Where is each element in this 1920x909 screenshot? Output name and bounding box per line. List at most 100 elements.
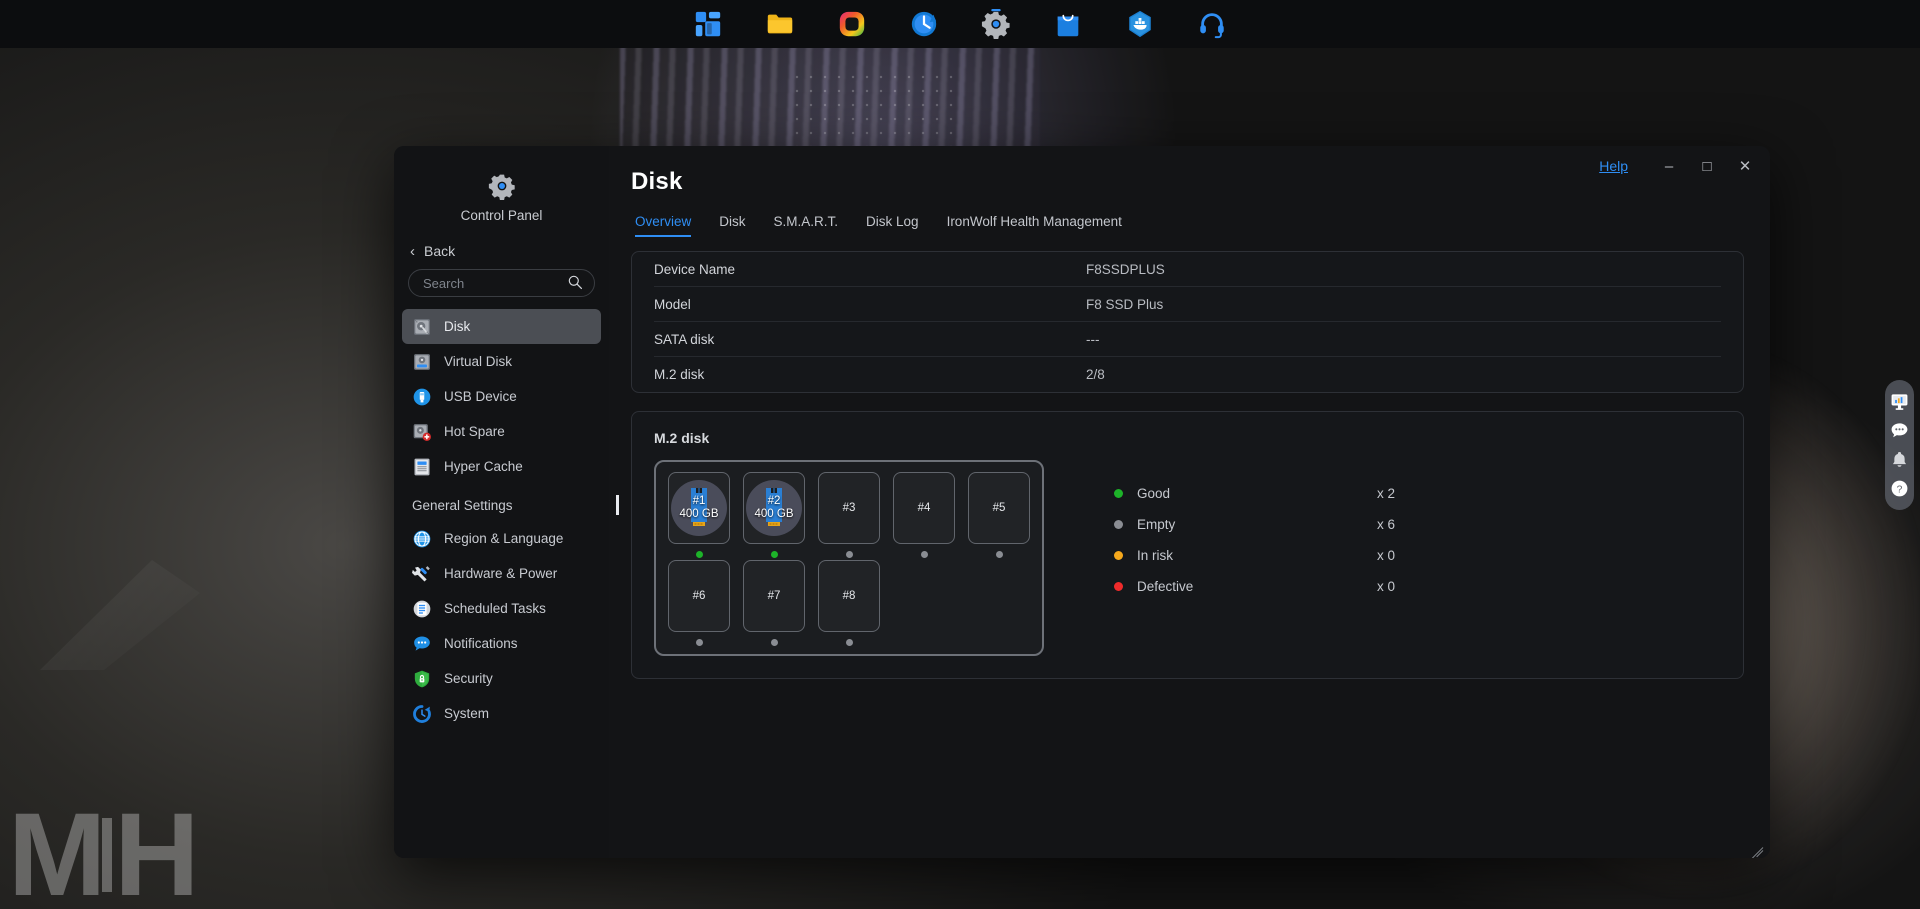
legend-dot-good xyxy=(1114,489,1123,498)
window-resize-grip[interactable] xyxy=(1747,835,1764,858)
legend-row-defective: Defective x 0 xyxy=(1114,571,1395,602)
back-label: Back xyxy=(424,243,456,259)
disk-slot-5[interactable]: #5 xyxy=(968,472,1030,544)
slot-id: #2 xyxy=(767,495,781,507)
support-headset-icon[interactable] xyxy=(1197,9,1227,39)
sidebar-item-label: Hot Spare xyxy=(444,424,505,439)
slot-text: #2 400 GB xyxy=(755,495,794,521)
maximize-button[interactable]: □ xyxy=(1688,151,1726,181)
chat-bubble-icon[interactable] xyxy=(1890,421,1909,440)
info-label: Model xyxy=(654,296,691,312)
sidebar-item-hardware-power[interactable]: Hardware & Power xyxy=(402,556,601,591)
sidebar-item-notifications[interactable]: Notifications xyxy=(402,626,601,661)
info-row-m2-disk: M.2 disk 2/8 xyxy=(654,357,1721,392)
notifications-icon xyxy=(414,636,430,651)
sidebar-item-scheduled-tasks[interactable]: Scheduled Tasks xyxy=(402,591,601,626)
sidebar-item-virtual-disk[interactable]: Virtual Disk xyxy=(402,344,601,379)
watermark: M H xyxy=(8,796,200,909)
slot-column: #2 400 GB xyxy=(743,472,805,558)
slot-column: #1 400 GB xyxy=(668,472,730,558)
photos-icon[interactable] xyxy=(837,9,867,39)
slot-status-dot-2 xyxy=(770,551,778,558)
disk-slot-3[interactable]: #3 xyxy=(818,472,880,544)
info-label: SATA disk xyxy=(654,331,715,347)
sidebar-item-label: Security xyxy=(444,671,493,686)
info-label: M.2 disk xyxy=(654,367,705,382)
disk-slot-1[interactable]: #1 400 GB xyxy=(668,472,730,544)
hot-spare-icon xyxy=(413,423,431,441)
legend-label: Defective xyxy=(1137,579,1194,594)
control-panel-header: Control Panel xyxy=(394,160,609,237)
slot-column: #4 xyxy=(893,472,955,558)
sidebar-item-label: Hyper Cache xyxy=(444,459,523,474)
slot-status-dot-7 xyxy=(770,639,778,646)
legend-row-empty: Empty x 6 xyxy=(1114,509,1395,540)
status-legend: Good x 2 Empty x 6 In risk x 0 Defective… xyxy=(1114,460,1395,602)
slot-id: #7 xyxy=(767,590,781,602)
minimize-button[interactable]: – xyxy=(1650,151,1688,181)
control-panel-icon[interactable] xyxy=(981,9,1011,39)
tab-bar: Overview Disk S.M.A.R.T. Disk Log IronWo… xyxy=(631,214,1744,237)
slot-capacity: 400 GB xyxy=(754,508,794,520)
close-button[interactable]: ✕ xyxy=(1726,151,1764,181)
gear-icon xyxy=(488,174,515,200)
main-content: Disk Overview Disk S.M.A.R.T. Disk Log I… xyxy=(609,146,1770,858)
resource-monitor-icon[interactable] xyxy=(1890,392,1909,411)
tab-ironwolf-health-management[interactable]: IronWolf Health Management xyxy=(933,214,1136,237)
disk-slot-4[interactable]: #4 xyxy=(893,472,955,544)
tab-disk-log[interactable]: Disk Log xyxy=(852,214,933,237)
watermark-right: H xyxy=(114,789,199,909)
help-question-icon[interactable]: ? xyxy=(1890,479,1909,498)
globe-icon xyxy=(413,530,431,547)
sidebar-item-hot-spare[interactable]: Hot Spare xyxy=(402,414,601,449)
sidebar-item-label: Region & Language xyxy=(444,531,564,546)
slot-id: #1 xyxy=(692,495,706,507)
info-row-device-name: Device Name F8SSDPLUS xyxy=(654,252,1721,287)
sidebar-item-label: Hardware & Power xyxy=(444,566,558,581)
file-manager-icon[interactable] xyxy=(765,9,795,39)
disk-slot-8[interactable]: #8 xyxy=(818,560,880,632)
sidebar-item-system[interactable]: System xyxy=(402,696,601,731)
slot-id: #6 xyxy=(692,590,706,602)
tab-disk[interactable]: Disk xyxy=(705,214,759,237)
info-value: F8SSDPLUS xyxy=(1086,261,1165,277)
hyper-cache-icon xyxy=(414,458,430,475)
legend-count: x 6 xyxy=(1377,517,1396,532)
sidebar-item-label: System xyxy=(444,706,490,721)
m2-slot-frame: #1 400 GB #2 400 GB #3 #4 #5 #6 #7 #8 xyxy=(654,460,1044,656)
info-value: 2/8 xyxy=(1086,367,1105,382)
bell-icon[interactable] xyxy=(1890,450,1909,469)
tab-smart[interactable]: S.M.A.R.T. xyxy=(760,214,853,237)
usb-device-icon xyxy=(413,388,431,405)
disk-slot-7[interactable]: #7 xyxy=(743,560,805,632)
sidebar-item-hyper-cache[interactable]: Hyper Cache xyxy=(402,449,601,484)
wallpaper-shape xyxy=(40,560,200,670)
app-launcher-icon[interactable] xyxy=(693,9,723,39)
legend-count: x 0 xyxy=(1377,548,1396,563)
legend-count: x 0 xyxy=(1377,579,1396,594)
docker-icon[interactable] xyxy=(1125,9,1155,39)
sidebar-item-region-language[interactable]: Region & Language xyxy=(402,521,601,556)
back-button[interactable]: ‹ Back xyxy=(394,237,609,269)
disk-slot-2[interactable]: #2 400 GB xyxy=(743,472,805,544)
disk-slot-6[interactable]: #6 xyxy=(668,560,730,632)
legend-dot-empty xyxy=(1114,520,1123,529)
help-link[interactable]: Help xyxy=(1599,158,1628,174)
search-input[interactable] xyxy=(408,269,595,297)
history-icon[interactable] xyxy=(909,9,939,39)
legend-row-in-risk: In risk x 0 xyxy=(1114,540,1395,571)
control-panel-title: Control Panel xyxy=(460,208,543,223)
legend-dot-in-risk xyxy=(1114,551,1123,560)
info-value: --- xyxy=(1086,331,1100,347)
window-titlebar: Help – □ ✕ xyxy=(1599,146,1770,186)
sidebar-item-security[interactable]: Security xyxy=(402,661,601,696)
sidebar-item-disk[interactable]: Disk xyxy=(402,309,601,344)
slot-row: #6 #7 #8 xyxy=(668,560,1030,646)
slot-text: #1 400 GB xyxy=(680,495,719,521)
legend-count: x 2 xyxy=(1377,486,1396,501)
sidebar-item-usb-device[interactable]: USB Device xyxy=(402,379,601,414)
app-store-icon[interactable] xyxy=(1053,9,1083,39)
m2-disk-card-title: M.2 disk xyxy=(654,430,710,446)
slot-id: #3 xyxy=(842,502,856,514)
tab-overview[interactable]: Overview xyxy=(631,214,705,237)
